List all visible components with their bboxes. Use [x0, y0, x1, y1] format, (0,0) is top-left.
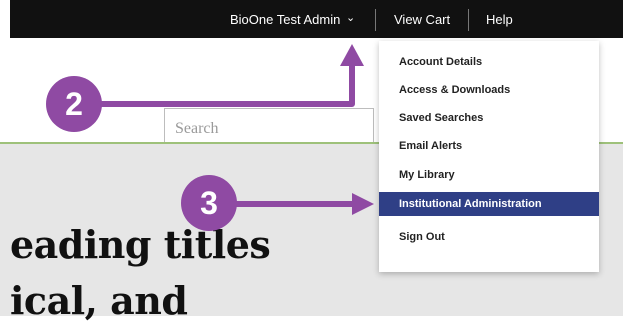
step-2-arrowhead	[340, 44, 364, 66]
annotation-arrows	[100, 44, 374, 215]
step-3-badge: 3	[181, 175, 237, 231]
step-3-arrowhead	[352, 193, 374, 215]
step-2-arrow	[100, 62, 355, 107]
step-2-badge: 2	[46, 76, 102, 132]
